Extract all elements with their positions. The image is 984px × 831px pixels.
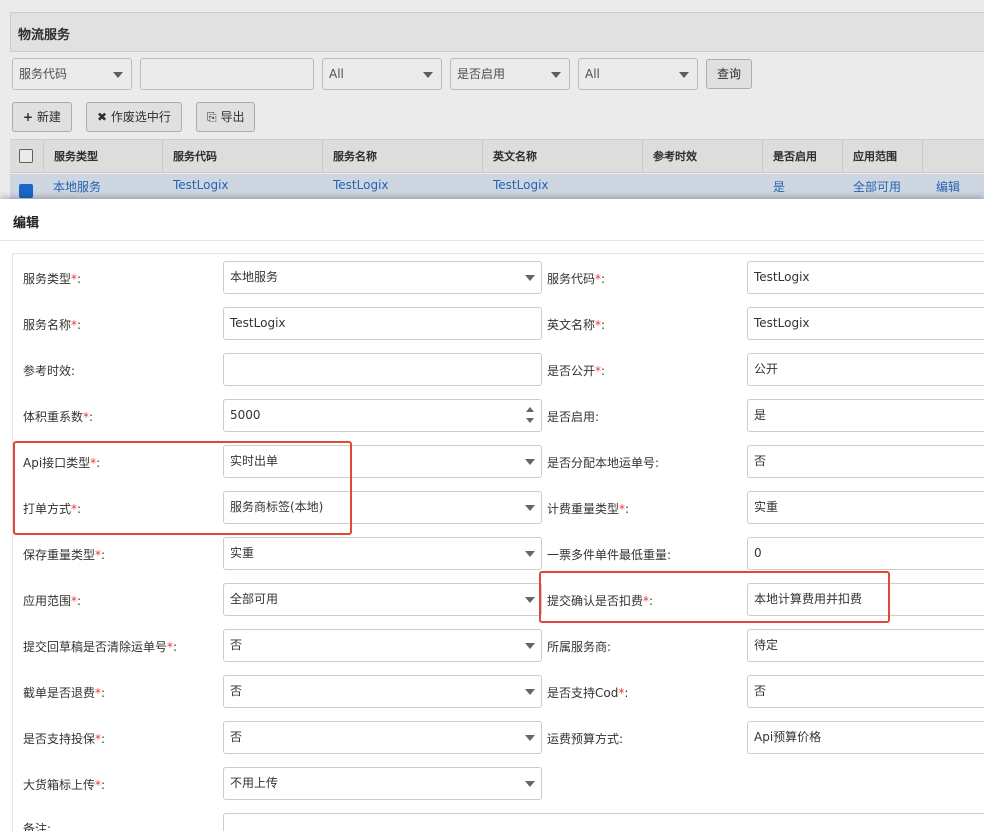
ref-time-input[interactable] xyxy=(223,353,542,386)
spin-down-icon[interactable] xyxy=(526,418,534,423)
volume-coef-label: 体积重系数*: xyxy=(23,410,94,424)
min-weight-label: 一票多件单件最低重量: xyxy=(547,548,672,562)
freight-budget-select[interactable]: Api预算价格 xyxy=(747,721,984,754)
assign-local-no-select[interactable]: 否 xyxy=(747,445,984,478)
provider-label: 所属服务商: xyxy=(547,640,612,654)
chevron-down-icon xyxy=(525,735,535,741)
support-insure-select[interactable]: 否 xyxy=(223,721,542,754)
save-weight-type-label: 保存重量类型*: xyxy=(23,548,106,562)
freight-budget-label: 运费预算方式: xyxy=(547,732,624,746)
dialog-title: 编辑 xyxy=(13,216,40,231)
modal-backdrop xyxy=(0,0,984,200)
billing-weight-type-label: 计费重量类型*: xyxy=(547,502,630,516)
edit-form: 服务类型*: 本地服务 服务代码*: TestLogix 服务名称*: Test… xyxy=(12,253,984,831)
support-insure-label: 是否支持投保*: xyxy=(23,732,106,746)
english-name-label: 英文名称*: xyxy=(547,318,606,332)
save-weight-type-select[interactable]: 实重 xyxy=(223,537,542,570)
chevron-down-icon xyxy=(525,505,535,511)
scope-select[interactable]: 全部可用 xyxy=(223,583,542,616)
chevron-down-icon xyxy=(525,597,535,603)
is-public-select[interactable]: 公开 xyxy=(747,353,984,386)
min-weight-input[interactable]: 0 xyxy=(747,537,984,570)
highlight-box-api-print xyxy=(13,441,352,535)
cutoff-refund-select[interactable]: 否 xyxy=(223,675,542,708)
is-enabled-label: 是否启用: xyxy=(547,410,600,424)
cutoff-refund-label: 截单是否退费*: xyxy=(23,686,106,700)
chevron-down-icon xyxy=(525,275,535,281)
number-spinner[interactable] xyxy=(526,405,534,427)
support-cod-select[interactable]: 否 xyxy=(747,675,984,708)
service-code-input[interactable]: TestLogix xyxy=(747,261,984,294)
cargo-label-upload-select[interactable]: 不用上传 xyxy=(223,767,542,800)
provider-select[interactable]: 待定 xyxy=(747,629,984,662)
english-name-input[interactable]: TestLogix xyxy=(747,307,984,340)
chevron-down-icon xyxy=(525,781,535,787)
chevron-down-icon xyxy=(525,551,535,557)
scope-label: 应用范围*: xyxy=(23,594,82,608)
chevron-down-icon xyxy=(525,689,535,695)
service-name-label: 服务名称*: xyxy=(23,318,82,332)
remark-label: 备注: xyxy=(23,822,52,831)
highlight-box-submit-deduct xyxy=(539,571,890,623)
cargo-label-upload-label: 大货箱标上传*: xyxy=(23,778,106,792)
is-public-label: 是否公开*: xyxy=(547,364,606,378)
service-name-input[interactable]: TestLogix xyxy=(223,307,542,340)
support-cod-label: 是否支持Cod*: xyxy=(547,686,629,700)
dialog-header: 编辑 xyxy=(0,199,984,241)
spin-up-icon[interactable] xyxy=(526,407,534,412)
service-type-select[interactable]: 本地服务 xyxy=(223,261,542,294)
service-code-label: 服务代码*: xyxy=(547,272,606,286)
billing-weight-type-select[interactable]: 实重 xyxy=(747,491,984,524)
edit-dialog: 编辑 服务类型*: 本地服务 服务代码*: TestLogix 服务名称*: T… xyxy=(0,199,984,831)
remark-textarea[interactable] xyxy=(223,813,984,831)
volume-coef-input[interactable]: 5000 xyxy=(223,399,542,432)
ref-time-label: 参考时效: xyxy=(23,364,76,378)
assign-local-no-label: 是否分配本地运单号: xyxy=(547,456,660,470)
service-type-label: 服务类型*: xyxy=(23,272,82,286)
is-enabled-select[interactable]: 是 xyxy=(747,399,984,432)
chevron-down-icon xyxy=(525,643,535,649)
chevron-down-icon xyxy=(525,459,535,465)
draft-clear-label: 提交回草稿是否清除运单号*: xyxy=(23,640,178,654)
draft-clear-select[interactable]: 否 xyxy=(223,629,542,662)
